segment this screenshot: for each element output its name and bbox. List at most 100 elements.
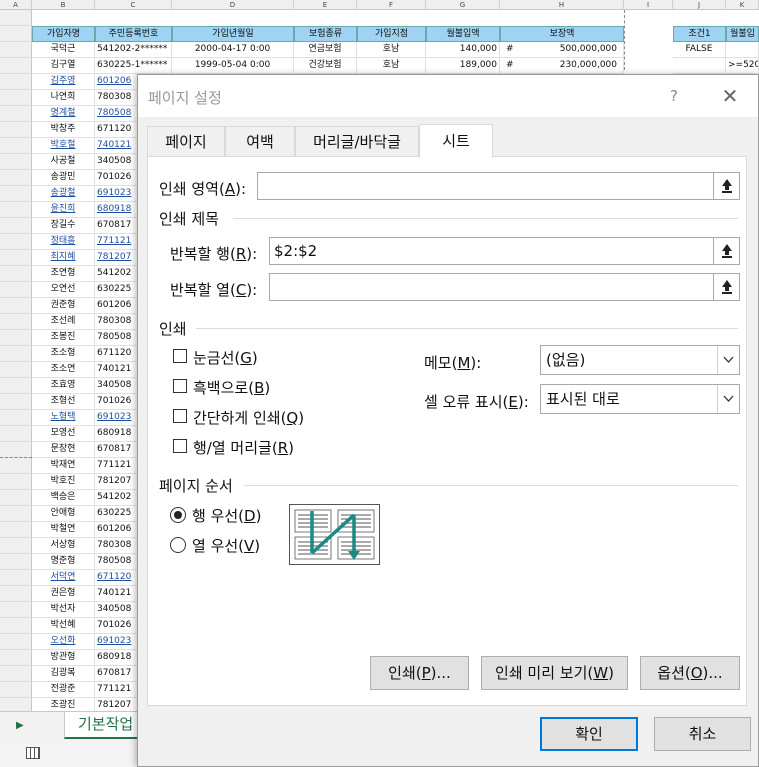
row-header[interactable] xyxy=(0,538,32,554)
row-header[interactable] xyxy=(0,522,32,538)
row-header[interactable] xyxy=(0,618,32,634)
cell[interactable]: 김주영 xyxy=(32,74,95,90)
cell[interactable]: 윤진희 xyxy=(32,202,95,218)
cell[interactable]: 가입지점 xyxy=(357,26,426,42)
cell[interactable]: 조소형 xyxy=(32,346,95,362)
gridlines-checkbox[interactable] xyxy=(173,349,187,363)
print-button[interactable]: 인쇄(P)... xyxy=(370,656,469,690)
cell[interactable]: >=5200 xyxy=(726,58,759,74)
row-header[interactable] xyxy=(0,682,32,698)
row-header[interactable] xyxy=(0,298,32,314)
repeat-rows-field[interactable]: $2:$2 xyxy=(269,237,740,265)
repeat-cols-field[interactable] xyxy=(269,273,740,301)
cell[interactable]: #500,000,000 xyxy=(500,42,624,58)
row-header[interactable] xyxy=(0,74,32,90)
cell[interactable]: 보험종류 xyxy=(294,26,357,42)
cell[interactable]: 국덕근 xyxy=(32,42,95,58)
row-header[interactable] xyxy=(0,650,32,666)
cancel-button[interactable]: 취소 xyxy=(654,717,751,751)
cell[interactable]: 백승은 xyxy=(32,490,95,506)
cell[interactable]: 박선자 xyxy=(32,602,95,618)
row-header[interactable] xyxy=(0,570,32,586)
cell[interactable]: 1999-05-04 0:00 xyxy=(172,58,294,74)
down-then-over-radio[interactable] xyxy=(170,507,186,523)
row-header[interactable] xyxy=(0,122,32,138)
row-header[interactable] xyxy=(0,106,32,122)
cell[interactable]: 보장액 xyxy=(500,26,624,42)
cell[interactable]: 나연희 xyxy=(32,90,95,106)
cell[interactable]: 박철연 xyxy=(32,522,95,538)
cell[interactable]: 박창주 xyxy=(32,122,95,138)
chevron-down-icon[interactable] xyxy=(717,385,739,413)
repeat-rows-input[interactable]: $2:$2 xyxy=(270,238,317,264)
cell[interactable]: 권은형 xyxy=(32,586,95,602)
column-header[interactable]: F xyxy=(357,0,426,10)
column-header[interactable]: A xyxy=(0,0,32,10)
row-header[interactable] xyxy=(0,10,32,26)
cell[interactable]: 가입년월일 xyxy=(172,26,294,42)
cell[interactable]: 방관형 xyxy=(32,650,95,666)
print-area-collapse-button[interactable] xyxy=(713,173,739,199)
options-button[interactable]: 옵션(O)... xyxy=(640,656,740,690)
column-header[interactable]: H xyxy=(500,0,624,10)
cell[interactable]: 월불입액 xyxy=(426,26,500,42)
row-header[interactable] xyxy=(0,250,32,266)
row-header[interactable] xyxy=(0,506,32,522)
print-area-field[interactable] xyxy=(257,172,740,200)
cell[interactable]: 조소연 xyxy=(32,362,95,378)
cell[interactable]: 전광준 xyxy=(32,682,95,698)
cell[interactable]: 조연형 xyxy=(32,266,95,282)
row-header[interactable] xyxy=(0,666,32,682)
cell[interactable]: 오선화 xyxy=(32,634,95,650)
row-header[interactable] xyxy=(0,442,32,458)
tab-header-footer[interactable]: 머리글/바닥글 xyxy=(295,126,419,157)
row-header[interactable] xyxy=(0,58,32,74)
cell[interactable]: 송광민 xyxy=(32,170,95,186)
tab-sheet[interactable]: 시트 xyxy=(419,124,493,158)
cell[interactable]: 송광철 xyxy=(32,186,95,202)
cell[interactable] xyxy=(673,58,726,74)
row-header[interactable] xyxy=(0,186,32,202)
cell[interactable]: 김구열 xyxy=(32,58,95,74)
cell[interactable]: 2000-04-17 0:00 xyxy=(172,42,294,58)
over-then-down-radio[interactable] xyxy=(170,537,186,553)
tab-margins[interactable]: 여백 xyxy=(225,126,295,157)
cell[interactable]: 장길수 xyxy=(32,218,95,234)
print-area-input[interactable] xyxy=(258,173,262,199)
column-header[interactable]: K xyxy=(726,0,759,10)
column-header[interactable]: J xyxy=(673,0,726,10)
cell[interactable]: 조효영 xyxy=(32,378,95,394)
row-col-headings-checkbox[interactable] xyxy=(173,439,187,453)
column-header[interactable]: G xyxy=(426,0,500,10)
cell[interactable]: 조선례 xyxy=(32,314,95,330)
cell[interactable]: 명계철 xyxy=(32,106,95,122)
help-button[interactable]: ? xyxy=(662,84,686,108)
row-header[interactable] xyxy=(0,234,32,250)
cell[interactable]: 140,000 xyxy=(426,42,500,58)
chevron-down-icon[interactable] xyxy=(717,346,739,374)
tab-page[interactable]: 페이지 xyxy=(147,126,225,157)
cell[interactable]: 박재연 xyxy=(32,458,95,474)
cell[interactable]: 서상형 xyxy=(32,538,95,554)
row-header[interactable] xyxy=(0,202,32,218)
row-header[interactable] xyxy=(0,474,32,490)
cell[interactable]: 박호철 xyxy=(32,138,95,154)
cell[interactable]: FALSE xyxy=(673,42,726,58)
column-header[interactable]: C xyxy=(95,0,172,10)
cell[interactable]: 연금보험 xyxy=(294,42,357,58)
cell[interactable]: 서덕연 xyxy=(32,570,95,586)
row-header[interactable] xyxy=(0,394,32,410)
cell[interactable]: 안애형 xyxy=(32,506,95,522)
row-header[interactable] xyxy=(0,634,32,650)
cell[interactable]: 박호진 xyxy=(32,474,95,490)
cell[interactable]: 630225-1****** xyxy=(95,58,172,74)
tab-scroll-arrow-icon[interactable]: ▶ xyxy=(16,720,24,731)
row-header[interactable] xyxy=(0,26,32,42)
row-header[interactable] xyxy=(0,138,32,154)
column-header[interactable]: I xyxy=(624,0,673,10)
cell[interactable]: 호남 xyxy=(357,42,426,58)
page-layout-icon[interactable] xyxy=(26,747,40,759)
row-header[interactable] xyxy=(0,218,32,234)
row-header[interactable] xyxy=(0,282,32,298)
cell[interactable]: 박선혜 xyxy=(32,618,95,634)
